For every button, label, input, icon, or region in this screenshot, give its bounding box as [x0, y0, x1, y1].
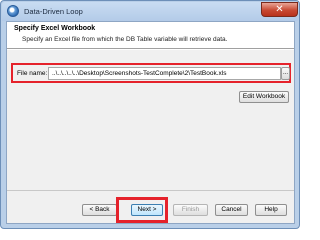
finish-button[interactable]: Finish	[173, 204, 208, 216]
wizard-body: File name: ..\..\..\..\..\Desktop\Screen…	[7, 50, 294, 190]
back-button[interactable]: < Back	[82, 204, 117, 216]
next-button-highlight: Next >	[116, 197, 168, 223]
file-name-group-highlight: File name: ..\..\..\..\..\Desktop\Screen…	[11, 63, 291, 83]
file-name-label: File name:	[17, 70, 48, 77]
wizard-footer: < Back Next > Finish Cancel Help	[7, 190, 294, 223]
close-button[interactable]: ✕	[261, 2, 298, 17]
title-bar[interactable]: Data-Driven Loop ✕	[2, 2, 298, 21]
wizard-client-area: Specify Excel Workbook Specify an Excel …	[6, 21, 295, 224]
dialog-window: Data-Driven Loop ✕ Specify Excel Workboo…	[0, 0, 300, 229]
wizard-header: Specify Excel Workbook Specify an Excel …	[7, 22, 294, 49]
cancel-button[interactable]: Cancel	[215, 204, 248, 216]
page-subtitle: Specify an Excel file from which the DB …	[22, 36, 228, 43]
app-icon	[7, 5, 19, 17]
help-button[interactable]: Help	[255, 204, 287, 216]
file-name-input[interactable]: ..\..\..\..\..\Desktop\Screenshots-TestC…	[48, 67, 281, 80]
edit-workbook-button[interactable]: Edit Workbook	[239, 91, 289, 103]
browse-button[interactable]: ...	[281, 67, 290, 80]
window-title: Data-Driven Loop	[24, 7, 83, 16]
next-button[interactable]: Next >	[131, 204, 163, 216]
page-title: Specify Excel Workbook	[14, 25, 96, 32]
